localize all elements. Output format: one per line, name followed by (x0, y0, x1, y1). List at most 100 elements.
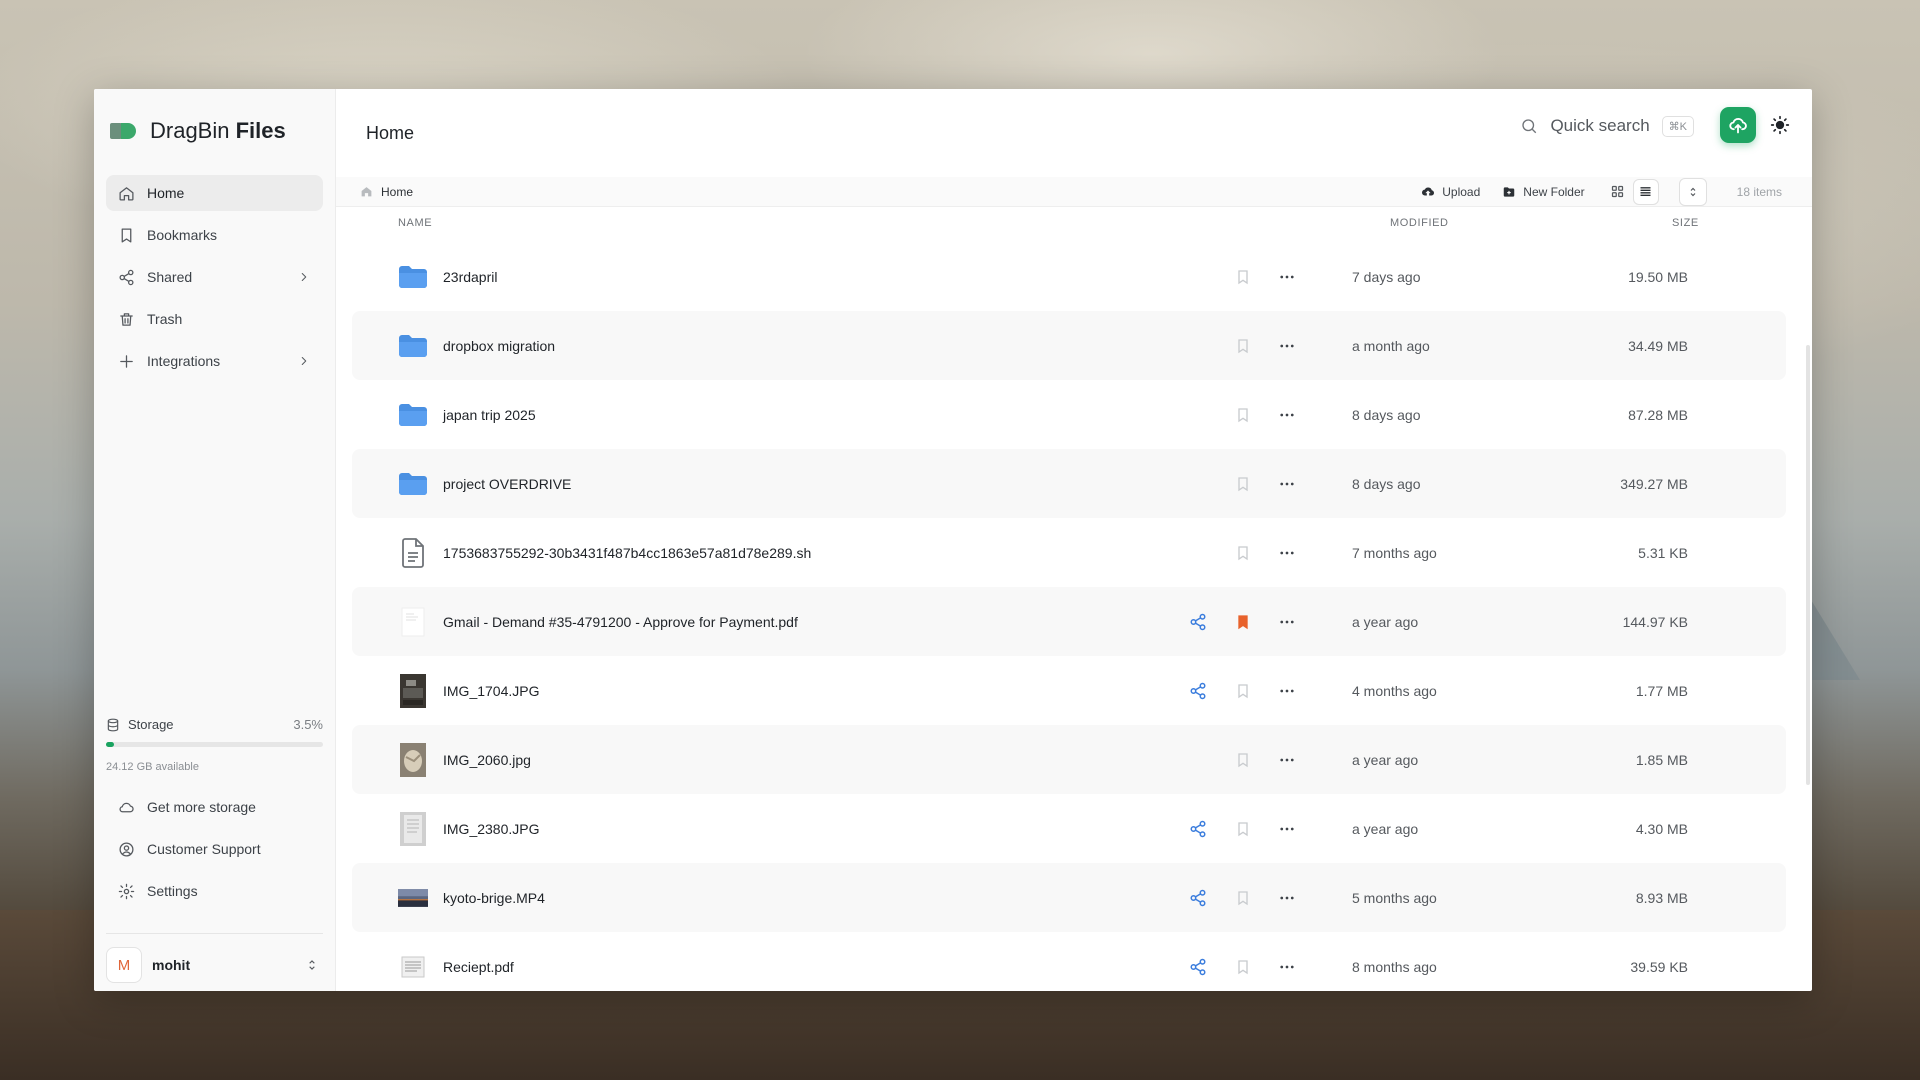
more-actions-button[interactable] (1278, 544, 1296, 562)
breadcrumb[interactable]: Home (360, 185, 413, 199)
table-row[interactable]: IMG_1704.JPG 4 months ago 1.77 MB (352, 656, 1786, 725)
table-row[interactable]: Gmail - Demand #35-4791200 - Approve for… (352, 587, 1786, 656)
bookmark-icon (1238, 407, 1248, 422)
file-name[interactable]: IMG_2380.JPG (443, 821, 540, 837)
sidebar-item-trash[interactable]: Trash (106, 301, 323, 337)
cloud-upload-icon (1729, 118, 1747, 134)
file-modified: 5 months ago (1352, 889, 1437, 906)
shared-indicator[interactable] (1189, 682, 1207, 700)
bookmark-button[interactable] (1235, 476, 1251, 492)
bookmark-button[interactable] (1235, 269, 1251, 285)
view-toggle (1605, 178, 1659, 205)
chevron-right-icon (301, 356, 307, 366)
more-actions-button[interactable] (1278, 475, 1296, 493)
ellipsis-icon (1280, 896, 1294, 899)
grid-icon (1612, 185, 1624, 198)
bookmark-button[interactable] (1235, 752, 1251, 768)
table-row[interactable]: 23rdapril 7 days ago 19.50 MB (352, 242, 1786, 311)
more-actions-button[interactable] (1278, 268, 1296, 286)
table-row[interactable]: project OVERDRIVE 8 days ago 349.27 MB (352, 449, 1786, 518)
sidebar-item-integrations[interactable]: Integrations (106, 343, 323, 379)
more-actions-button[interactable] (1278, 958, 1296, 976)
sidebar-item-label: Bookmarks (147, 227, 218, 243)
folder-icon (398, 331, 428, 361)
more-actions-button[interactable] (1278, 889, 1296, 907)
table-row[interactable]: IMG_2060.jpg a year ago 1.85 MB (352, 725, 1786, 794)
cloud-upload-icon (1422, 187, 1435, 196)
bookmark-icon (1238, 614, 1248, 629)
bookmark-button[interactable] (1235, 683, 1251, 699)
share-icon (1190, 820, 1206, 837)
file-name[interactable]: IMG_2060.jpg (443, 752, 531, 768)
file-thumbnail-icon (398, 883, 428, 913)
more-actions-button[interactable] (1278, 337, 1296, 355)
sidebar-item-get-more-storage[interactable]: Get more storage (106, 789, 323, 825)
file-name[interactable]: kyoto-brige.MP4 (443, 890, 545, 906)
brand-name-bold: Files (235, 118, 286, 143)
file-name[interactable]: IMG_1704.JPG (443, 683, 540, 699)
file-name[interactable]: Gmail - Demand #35-4791200 - Approve for… (443, 614, 798, 630)
column-modified[interactable]: MODIFIED (1390, 217, 1449, 229)
sidebar-item-bookmarks[interactable]: Bookmarks (106, 217, 323, 253)
table-row[interactable]: IMG_2380.JPG a year ago 4.30 MB (352, 794, 1786, 863)
bookmark-button[interactable] (1235, 545, 1251, 561)
bookmark-button[interactable] (1235, 890, 1251, 906)
sidebar-item-settings[interactable]: Settings (106, 873, 323, 909)
new-folder-button[interactable]: New Folder (1502, 184, 1585, 199)
table-row[interactable]: japan trip 2025 8 days ago 87.28 MB (352, 380, 1786, 449)
scrollbar[interactable] (1806, 345, 1810, 785)
sort-button[interactable] (1678, 177, 1707, 206)
grid-view-button[interactable] (1605, 179, 1631, 205)
user-menu[interactable]: M mohit (106, 945, 323, 985)
list-view-button[interactable] (1632, 178, 1659, 205)
shared-indicator[interactable] (1189, 820, 1207, 838)
header: Home Quick search ⌘K (336, 89, 1812, 177)
sidebar-item-label: Get more storage (147, 799, 256, 815)
column-name[interactable]: NAME (398, 217, 432, 229)
table-row[interactable]: kyoto-brige.MP4 5 months ago 8.93 MB (352, 863, 1786, 932)
upload-button[interactable] (1720, 107, 1756, 143)
table-row[interactable]: Reciept.pdf 8 months ago 39.59 KB (352, 932, 1786, 991)
file-modified: 7 months ago (1352, 544, 1437, 561)
folder-icon (398, 262, 428, 292)
bookmark-icon (121, 227, 132, 243)
column-size[interactable]: SIZE (1672, 217, 1699, 229)
support-icon (119, 841, 134, 857)
file-name[interactable]: dropbox migration (443, 338, 555, 354)
folder-icon (398, 469, 428, 499)
quick-search[interactable]: Quick search ⌘K (1520, 109, 1694, 143)
bookmark-button[interactable] (1235, 959, 1251, 975)
app-window: DragBin Files Home Bookmarks Shared Tras… (94, 89, 1812, 991)
sidebar-item-home[interactable]: Home (106, 175, 323, 211)
file-name[interactable]: japan trip 2025 (443, 407, 536, 423)
file-size: 39.59 KB (1630, 958, 1688, 975)
sidebar-item-label: Integrations (147, 353, 221, 369)
sun-icon[interactable] (1770, 115, 1790, 135)
table-row[interactable]: dropbox migration a month ago 34.49 MB (352, 311, 1786, 380)
more-actions-button[interactable] (1278, 820, 1296, 838)
bookmark-button[interactable] (1235, 821, 1251, 837)
toolbar: Home Upload New Folder 18 items (336, 177, 1812, 207)
more-actions-button[interactable] (1278, 613, 1296, 631)
shared-indicator[interactable] (1189, 958, 1207, 976)
new-folder-label: New Folder (1523, 184, 1585, 199)
shared-indicator[interactable] (1189, 889, 1207, 907)
bookmark-button[interactable] (1235, 407, 1251, 423)
bookmark-button[interactable] (1235, 338, 1251, 354)
more-actions-button[interactable] (1278, 406, 1296, 424)
plus-icon (120, 354, 133, 368)
file-size: 144.97 KB (1622, 613, 1688, 630)
sidebar-item-shared[interactable]: Shared (106, 259, 323, 295)
file-name[interactable]: 1753683755292-30b3431f487b4cc1863e57a81d… (443, 545, 811, 561)
more-actions-button[interactable] (1278, 751, 1296, 769)
shared-indicator[interactable] (1189, 613, 1207, 631)
table-row[interactable]: 1753683755292-30b3431f487b4cc1863e57a81d… (352, 518, 1786, 587)
sidebar-item-customer-support[interactable]: Customer Support (106, 831, 323, 867)
file-name[interactable]: Reciept.pdf (443, 959, 514, 975)
file-name[interactable]: 23rdapril (443, 269, 497, 285)
toolbar-upload-button[interactable]: Upload (1421, 185, 1480, 199)
more-actions-button[interactable] (1278, 682, 1296, 700)
share-icon (1190, 682, 1206, 699)
bookmark-button[interactable] (1235, 614, 1251, 630)
file-name[interactable]: project OVERDRIVE (443, 476, 571, 492)
